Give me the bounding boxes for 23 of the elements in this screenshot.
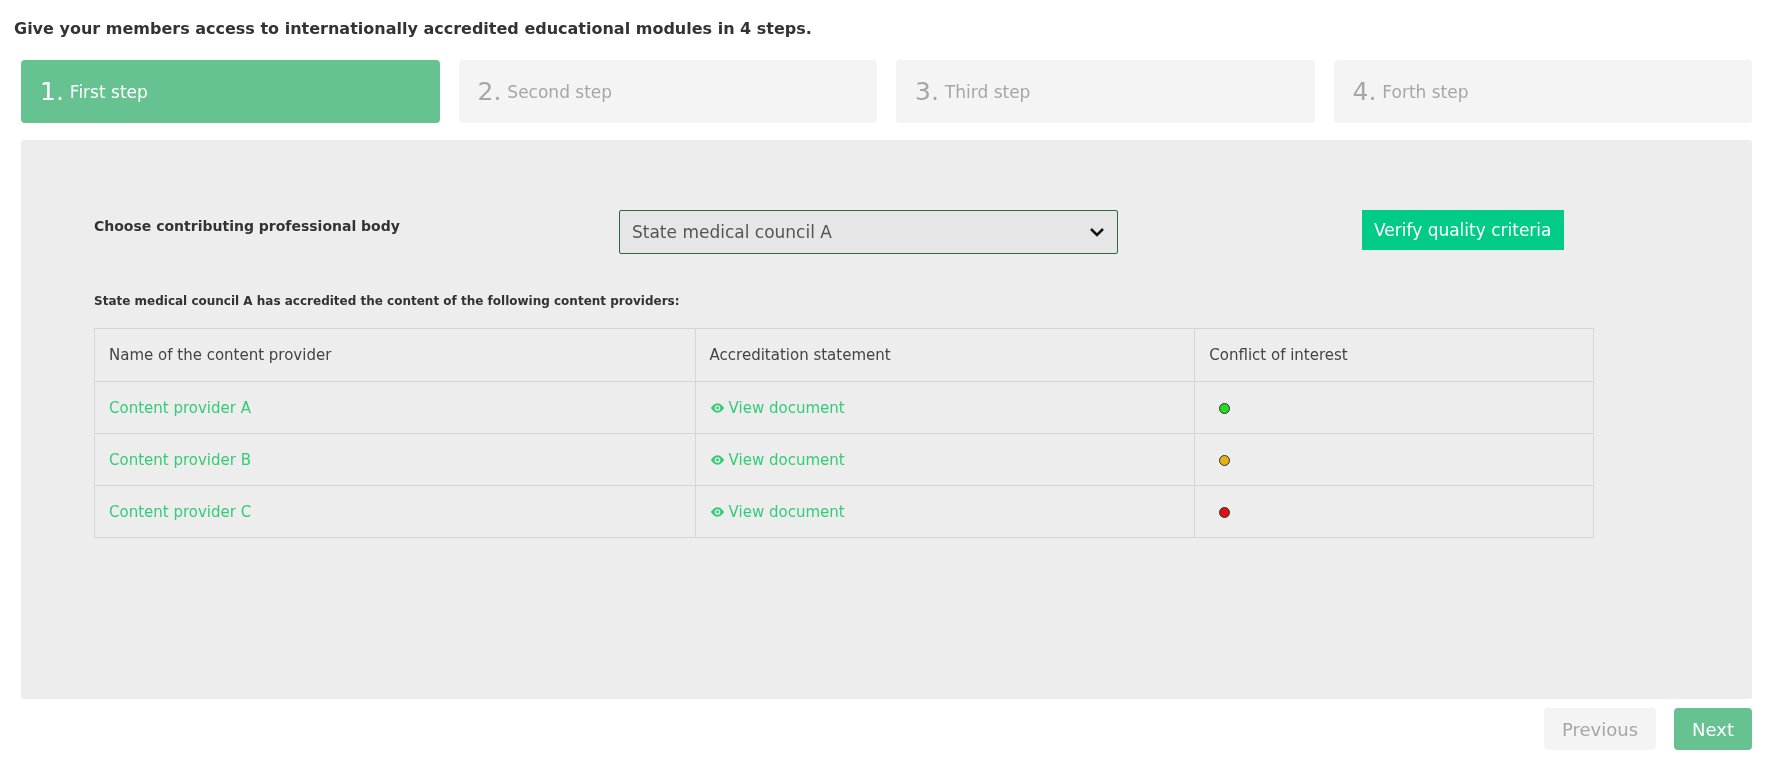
column-header: Conflict of interest	[1194, 328, 1594, 382]
next-button[interactable]: Next	[1674, 708, 1752, 750]
view-document-link[interactable]: View document	[709, 502, 845, 521]
provider-link[interactable]: Content provider C	[109, 502, 252, 521]
page-heading: Give your members access to internationally accredited educational modules in 4 steps.	[14, 19, 812, 38]
view-document-link[interactable]: View document	[709, 398, 845, 417]
field-label: Choose contributing professional body	[94, 218, 401, 234]
view-document-link[interactable]: View document	[709, 450, 845, 469]
provider-link[interactable]: Content provider B	[109, 450, 251, 469]
body-select[interactable]: State medical council A	[619, 210, 1118, 254]
eye-icon	[709, 402, 725, 413]
column-header: Accreditation statement	[695, 328, 1195, 382]
step-tab[interactable]: 2. Second step	[458, 60, 877, 123]
step-tab[interactable]: 4. Forth step	[1333, 60, 1752, 123]
eye-icon	[709, 506, 725, 517]
chevron-icon	[1089, 227, 1105, 237]
eye-icon	[709, 454, 725, 465]
step-tab[interactable]: 1. First step	[21, 60, 440, 123]
verify-button[interactable]: Verify quality criteria	[1362, 210, 1564, 250]
column-header: Name of the content provider	[94, 328, 696, 382]
note-text: State medical council A has accredited the content of the following content providers:	[94, 294, 680, 308]
provider-link[interactable]: Content provider A	[109, 398, 251, 417]
step-tab[interactable]: 3. Third step	[896, 60, 1315, 123]
